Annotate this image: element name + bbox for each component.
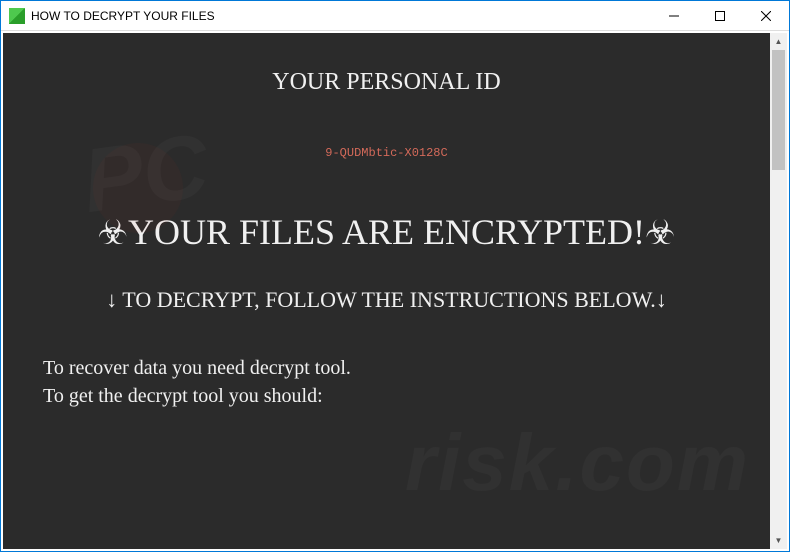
minimize-button[interactable]	[651, 1, 697, 30]
warning-text: YOUR FILES ARE ENCRYPTED!	[128, 212, 645, 252]
down-arrow-icon: ↓	[106, 287, 117, 312]
window-controls	[651, 1, 789, 30]
close-button[interactable]	[743, 1, 789, 30]
app-icon	[9, 8, 25, 24]
scroll-thumb[interactable]	[772, 50, 785, 170]
instructions-heading: ↓ TO DECRYPT, FOLLOW THE INSTRUCTIONS BE…	[43, 286, 730, 315]
watermark-text: risk.com	[405, 417, 750, 509]
biohazard-icon: ☣	[645, 215, 675, 252]
body-line: To get the decrypt tool you should:	[43, 382, 730, 410]
titlebar: HOW TO DECRYPT YOUR FILES	[1, 1, 789, 31]
personal-id-heading: YOUR PERSONAL ID	[43, 69, 730, 96]
window-title: HOW TO DECRYPT YOUR FILES	[31, 9, 651, 23]
biohazard-icon: ☣	[97, 215, 127, 252]
down-arrow-icon: ↓	[656, 287, 667, 312]
vertical-scrollbar[interactable]: ▲ ▼	[770, 33, 787, 549]
maximize-button[interactable]	[697, 1, 743, 30]
scroll-up-arrow-icon[interactable]: ▲	[770, 33, 787, 50]
body-text: To recover data you need decrypt tool. T…	[43, 354, 730, 410]
scroll-track[interactable]	[770, 50, 787, 532]
scroll-down-arrow-icon[interactable]: ▼	[770, 532, 787, 549]
ransom-note-body: PC risk.com YOUR PERSONAL ID 9-QUDMbtic-…	[3, 33, 770, 549]
body-line: To recover data you need decrypt tool.	[43, 354, 730, 382]
instructions-text: TO DECRYPT, FOLLOW THE INSTRUCTIONS BELO…	[117, 287, 656, 312]
encrypted-warning: ☣YOUR FILES ARE ENCRYPTED!☣	[43, 210, 730, 256]
personal-id-value: 9-QUDMbtic-X0128C	[43, 146, 730, 160]
content-area: PC risk.com YOUR PERSONAL ID 9-QUDMbtic-…	[1, 31, 789, 551]
